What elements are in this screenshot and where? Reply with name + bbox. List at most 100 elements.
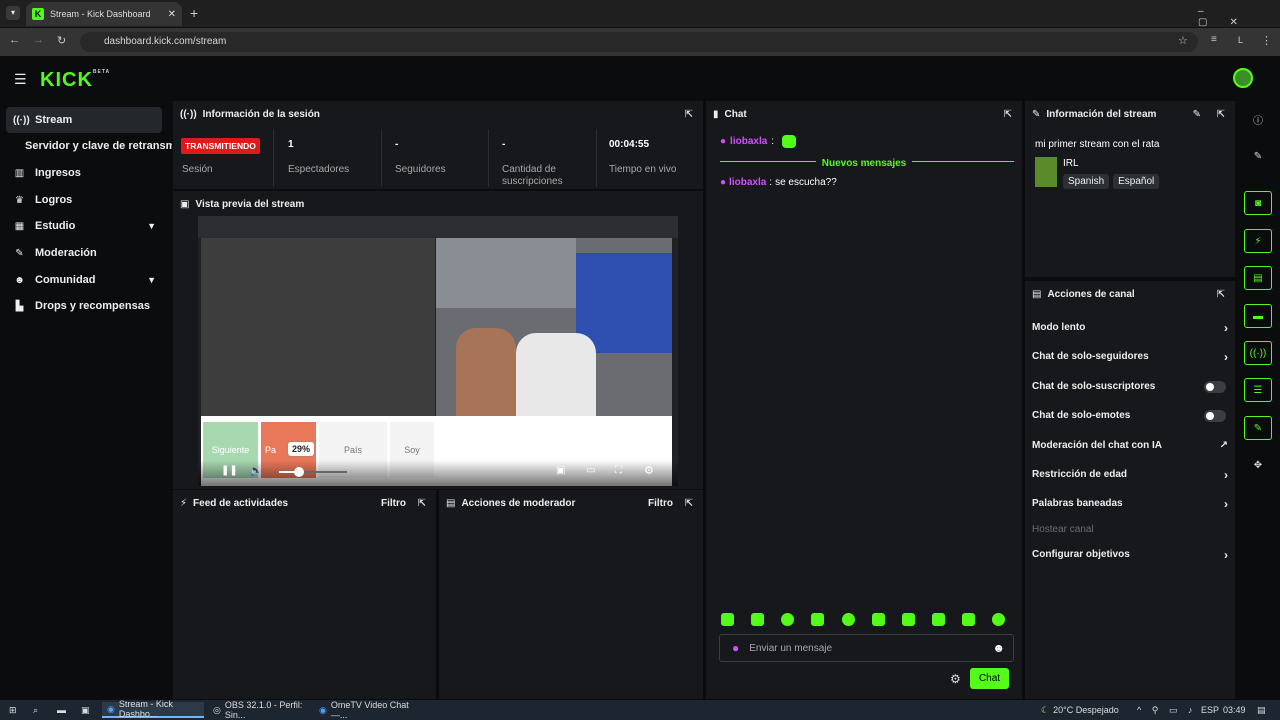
sidebar-item-comunidad[interactable]: ☻ Comunidad ▼ (6, 267, 162, 293)
action-banned-words[interactable]: Palabras baneadas › (1032, 497, 1228, 511)
gear-icon[interactable]: ⚙ (644, 464, 654, 477)
emoji-picker-icon[interactable]: ☻ (992, 641, 1005, 655)
send-chat-button[interactable]: Chat (970, 668, 1009, 689)
popout-icon[interactable]: ⇱ (685, 109, 693, 120)
channel-actions-icon[interactable]: ☰ (1244, 378, 1272, 402)
emote-icon[interactable] (842, 613, 855, 626)
edit-icon[interactable]: ✎ (1193, 109, 1201, 120)
stat-viewers: 1 Espectadores (288, 139, 349, 176)
broadcast-icon[interactable]: ((·)) (1244, 341, 1272, 365)
tab-close-icon[interactable]: ✕ (168, 9, 176, 20)
notifications-icon[interactable]: ▤ (1252, 702, 1271, 718)
action-age-restriction[interactable]: Restricción de edad › (1032, 468, 1228, 482)
action-slow-mode[interactable]: Modo lento › (1032, 321, 1228, 335)
subscribers-only-toggle[interactable] (1204, 380, 1226, 393)
add-widget-icon[interactable]: ✥ (1244, 453, 1272, 477)
dashboard-header: ☰ KICKBETA (0, 57, 1280, 101)
pip-icon[interactable]: ▣ (556, 465, 565, 476)
volume-slider-handle[interactable] (293, 467, 304, 477)
avatar[interactable] (1233, 68, 1253, 88)
panel-title: Acciones de moderador (461, 497, 576, 509)
weather-widget[interactable]: ☾ 20°C Despejado (1036, 702, 1124, 718)
store-icon[interactable]: ▣ (76, 702, 95, 718)
taskbar-app-ometv[interactable]: ◉ OmeTV Video Chat —... (314, 700, 418, 720)
kick-logo[interactable]: KICKBETA (40, 69, 110, 92)
emotes-only-toggle[interactable] (1204, 409, 1226, 422)
weather-text: 20°C Despejado (1053, 705, 1119, 715)
popout-icon[interactable]: ⇱ (418, 498, 426, 509)
hamburger-menu-icon[interactable]: ☰ (14, 71, 27, 88)
stat-value: - (502, 139, 506, 150)
sidebar-item-server-key[interactable]: Servidor y clave de retransm (18, 133, 172, 159)
volume-icon[interactable]: 🔈 (249, 464, 263, 477)
file-explorer-icon[interactable]: ▬ (52, 702, 71, 718)
popout-icon[interactable]: ⇱ (1217, 289, 1225, 300)
wrench-icon[interactable]: ✎ (1244, 416, 1272, 440)
bookmark-star-icon[interactable]: ☆ (1178, 34, 1188, 47)
lightning-icon[interactable]: ⚡ (1244, 229, 1272, 253)
browser-menu-icon[interactable]: ⋮ (1261, 34, 1272, 47)
fullscreen-icon[interactable]: ⛶ (615, 465, 622, 476)
sidebar-item-drops[interactable]: ▙ Drops y recompensas (6, 293, 162, 319)
emote-icon[interactable] (902, 613, 915, 626)
popout-icon[interactable]: ⇱ (1217, 109, 1225, 120)
emote-icon[interactable] (932, 613, 945, 626)
new-tab-icon[interactable]: + (190, 5, 198, 21)
sidebar-item-logros[interactable]: ♛ Logros (6, 187, 162, 213)
emote-icon[interactable] (721, 613, 734, 626)
back-icon[interactable]: ← (9, 34, 20, 46)
video-player[interactable]: Siguiente Pa País Soy 29% ❚❚ 🔈 ▣ ▭ ⛶ ⚙ (198, 216, 678, 486)
action-configure-goals[interactable]: Configurar objetivos › (1032, 548, 1228, 562)
window-controls[interactable]: –▢✕ (1198, 6, 1280, 28)
popout-icon[interactable]: ⇱ (685, 498, 693, 509)
tab-search-icon[interactable]: ▾ (6, 6, 20, 20)
taskbar-app-obs[interactable]: ◎ OBS 32.1.0 - Perfil: Sin... (208, 700, 310, 720)
video-shelf (436, 238, 576, 308)
emote-icon[interactable] (811, 613, 824, 626)
clipboard-icon[interactable]: ▤ (1244, 266, 1272, 290)
clock[interactable]: 03:49 (1218, 702, 1251, 718)
volume-slider[interactable] (279, 467, 347, 477)
emote-icon[interactable] (872, 613, 885, 626)
studio-icon: ▦ (14, 220, 25, 232)
forward-icon[interactable]: → (33, 34, 44, 46)
pencil-icon[interactable]: ✎ (1244, 144, 1272, 168)
profile-initial[interactable]: L (1238, 35, 1243, 45)
chat-input[interactable]: ● Enviar un mensaje ☻ (719, 634, 1014, 662)
theater-icon[interactable]: ▭ (586, 465, 595, 476)
url-field[interactable]: dashboard.kick.com/stream (80, 32, 1198, 52)
popout-icon[interactable]: ⇱ (1004, 109, 1012, 120)
action-followers-only[interactable]: Chat de solo-seguidores › (1032, 350, 1228, 364)
mod-actions-panel: ▤ Acciones de moderador Filtro ⇱ (439, 490, 703, 699)
sidebar-item-stream[interactable]: ((·)) Stream (6, 107, 162, 133)
taskbar-app-chrome[interactable]: ◉ Stream - Kick Dashbo... (102, 699, 204, 719)
emote-icon[interactable] (962, 613, 975, 626)
pause-icon[interactable]: ❚❚ (221, 465, 238, 476)
session-widget-icon[interactable]: ◙ (1244, 191, 1272, 215)
action-ai-moderation[interactable]: Moderación del chat con IA ↗ (1032, 440, 1228, 451)
filter-button[interactable]: Filtro (648, 498, 673, 509)
reload-icon[interactable]: ↻ (57, 34, 66, 47)
sidebar-item-label: Logros (35, 194, 73, 206)
emote-icon[interactable] (781, 613, 794, 626)
emote-icon[interactable] (751, 613, 764, 626)
chat-bubble-icon[interactable]: ▬ (1244, 304, 1272, 328)
chevron-down-icon: ▼ (147, 275, 156, 285)
system-tray-icons[interactable]: ^ ⚲ ▭ ♪ (1132, 702, 1201, 718)
sidebar-item-moderacion[interactable]: ✎ Moderación (6, 240, 162, 266)
browser-tab[interactable]: K Stream - Kick Dashboard ✕ (26, 2, 182, 26)
stat-label: Cantidad de suscripciones (502, 164, 563, 187)
sidebar-item-ingresos[interactable]: ▥ Ingresos (6, 160, 162, 186)
reading-list-icon[interactable]: ≡ (1211, 34, 1217, 45)
info-icon[interactable]: ⓘ (1244, 107, 1272, 131)
emote-icon[interactable] (992, 613, 1005, 626)
filter-button[interactable]: Filtro (381, 498, 406, 509)
sidebar-item-estudio[interactable]: ▦ Estudio ▼ (6, 213, 162, 239)
start-icon[interactable]: ⊞ (4, 702, 22, 718)
chat-settings-gear-icon[interactable]: ⚙ (950, 672, 961, 686)
stat-followers: - Seguidores (395, 139, 446, 176)
chat-username[interactable]: liobaxla (730, 136, 767, 147)
chat-username[interactable]: liobaxla (729, 177, 766, 188)
stream-info-panel: ✎ Información del stream ✎ ⇱ mi primer stre… (1025, 101, 1235, 277)
search-icon[interactable]: ⌕ (28, 702, 43, 718)
